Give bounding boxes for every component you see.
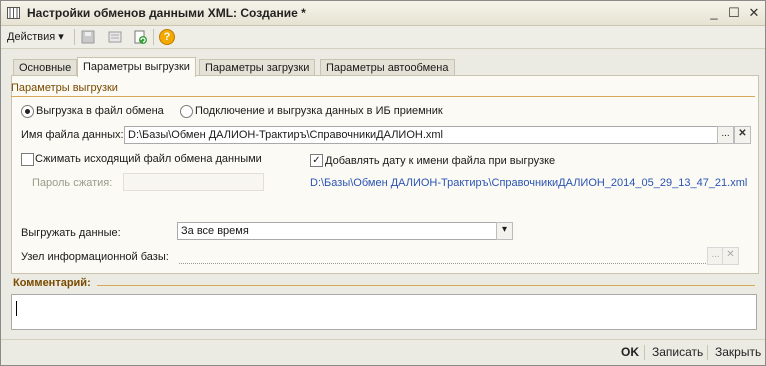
node-clear-button[interactable]: ✕ [722,247,739,265]
toolbar-divider [74,29,75,45]
chevron-down-icon[interactable]: ▾ [496,222,513,240]
compress-checkbox[interactable] [21,153,34,166]
comment-field[interactable] [11,294,757,330]
save-disk-icon[interactable] [80,29,96,45]
save-button[interactable]: Записать [652,345,703,359]
chevron-down-icon: ▾ [58,31,64,43]
text-caret [16,301,17,316]
filename-select-button[interactable]: ... [717,126,734,144]
title-bar: Настройки обменов данными XML: Создание … [1,1,765,26]
tab-autoexchange-params[interactable]: Параметры автообмена [320,59,455,76]
close-button[interactable]: ✕ [746,5,762,21]
node-field[interactable] [179,247,706,264]
password-field[interactable] [123,173,264,191]
export-data-select[interactable]: За все время [177,222,500,240]
comment-divider [97,285,755,286]
section-title: Параметры выгрузки [11,82,118,94]
bottom-bar: OK Записать Закрыть [1,339,765,365]
password-label: Пароль сжатия: [32,177,113,189]
help-icon[interactable]: ? [159,29,175,45]
close-form-button[interactable]: Закрыть [715,345,761,359]
comment-title: Комментарий: [13,277,91,289]
export-data-label: Выгружать данные: [21,227,121,239]
refresh-document-icon[interactable] [132,29,148,45]
tab-export-params[interactable]: Параметры выгрузки [77,57,196,77]
ok-button[interactable]: OK [621,345,639,359]
node-label: Узел информационной базы: [21,251,169,263]
form-view-icon[interactable] [107,29,123,45]
actions-label: Действия [7,31,56,43]
minimize-button[interactable]: _ [706,5,722,21]
window-title: Настройки обменов данными XML: Создание … [27,6,306,20]
actions-menu[interactable]: Действия ▾ [7,30,64,43]
filename-clear-button[interactable]: ✕ [734,126,751,144]
tab-main[interactable]: Основные [13,59,78,76]
filename-label: Имя файла данных: [21,129,124,141]
radio-export-ib-label: Подключение и выгрузка данных в ИБ прием… [195,105,443,117]
toolbar: Действия ▾ ? [1,26,765,49]
radio-export-ib[interactable] [180,105,193,118]
window: Настройки обменов данными XML: Создание … [0,0,766,366]
maximize-button[interactable]: ☐ [726,5,742,21]
filename-field[interactable]: D:\Базы\Обмен ДАЛИОН-Трактиръ\Справочник… [124,126,719,144]
tab-import-params[interactable]: Параметры загрузки [199,59,316,76]
radio-export-file[interactable] [21,105,34,118]
add-date-checkbox[interactable]: ✓ [310,154,323,167]
compress-label: Сжимать исходящий файл обмена данными [35,153,262,165]
footer-divider [644,345,645,360]
file-preview-path: D:\Базы\Обмен ДАЛИОН-Трактиръ\Справочник… [310,177,748,189]
form-icon [7,7,20,19]
add-date-label: Добавлять дату к имени файла при выгрузк… [325,155,556,167]
footer-divider [707,345,708,360]
section-divider [11,96,755,97]
toolbar-divider [153,29,154,45]
radio-export-file-label: Выгрузка в файл обмена [36,105,164,117]
